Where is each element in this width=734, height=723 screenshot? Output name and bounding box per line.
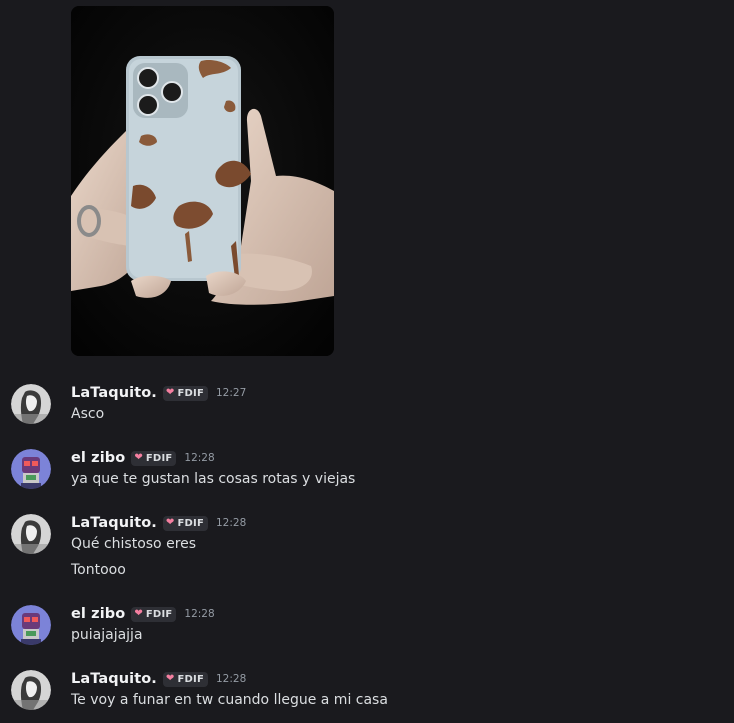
avatar-image [11, 384, 51, 424]
heart-icon: ❤ [134, 608, 143, 619]
timestamp[interactable]: 12:27 [216, 387, 246, 399]
heart-icon: ❤ [134, 452, 143, 463]
message-header: LaTaquito. ❤ FDIF 12:28 [71, 514, 246, 532]
user-avatar[interactable] [11, 449, 51, 489]
message-text: Asco [71, 406, 105, 422]
username[interactable]: LaTaquito. [71, 515, 157, 531]
user-avatar[interactable] [11, 605, 51, 645]
user-avatar[interactable] [11, 514, 51, 554]
guild-tag-badge[interactable]: ❤ FDIF [131, 450, 177, 466]
guild-tag-badge[interactable]: ❤ FDIF [162, 385, 208, 401]
message-text: Qué chistoso eres [71, 536, 197, 552]
message-header: LaTaquito. ❤ FDIF 12:28 [71, 670, 246, 688]
message-text: Tontooo [71, 562, 126, 578]
user-avatar[interactable] [11, 384, 51, 424]
username[interactable]: LaTaquito. [71, 385, 157, 401]
timestamp[interactable]: 12:28 [216, 673, 246, 685]
heart-icon: ❤ [165, 517, 175, 528]
guild-tag-label: FDIF [177, 387, 204, 399]
guild-tag-badge[interactable]: ❤ FDIF [162, 515, 208, 531]
avatar-image [11, 670, 51, 710]
heart-icon: ❤ [165, 673, 175, 684]
phone-photo-image [71, 6, 334, 356]
message-text: puiajajajja [71, 627, 143, 643]
avatar-image [11, 514, 51, 554]
avatar-image [11, 605, 51, 645]
guild-tag-label: FDIF [145, 608, 173, 620]
image-attachment[interactable] [71, 6, 334, 356]
heart-icon: ❤ [165, 387, 175, 398]
user-avatar[interactable] [11, 670, 51, 710]
message-text: Te voy a funar en tw cuando llegue a mi … [71, 692, 388, 708]
timestamp[interactable]: 12:28 [184, 608, 214, 620]
username[interactable]: LaTaquito. [71, 671, 157, 687]
guild-tag-badge[interactable]: ❤ FDIF [162, 671, 208, 687]
guild-tag-label: FDIF [177, 673, 204, 685]
message-header: LaTaquito. ❤ FDIF 12:27 [71, 384, 246, 402]
message-header: el zibo ❤ FDIF 12:28 [71, 449, 215, 467]
guild-tag-label: FDIF [177, 517, 204, 529]
username[interactable]: el zibo [71, 606, 125, 622]
avatar-image [11, 449, 51, 489]
message-header: el zibo ❤ FDIF 12:28 [71, 605, 215, 623]
message-text: ya que te gustan las cosas rotas y vieja… [71, 471, 356, 487]
guild-tag-label: FDIF [145, 452, 173, 464]
username[interactable]: el zibo [71, 450, 125, 466]
timestamp[interactable]: 12:28 [184, 452, 214, 464]
timestamp[interactable]: 12:28 [216, 517, 246, 529]
chat-message-list: LaTaquito. ❤ FDIF 12:27 Asco el zibo ❤ FDI… [0, 0, 734, 723]
guild-tag-badge[interactable]: ❤ FDIF [131, 606, 177, 622]
